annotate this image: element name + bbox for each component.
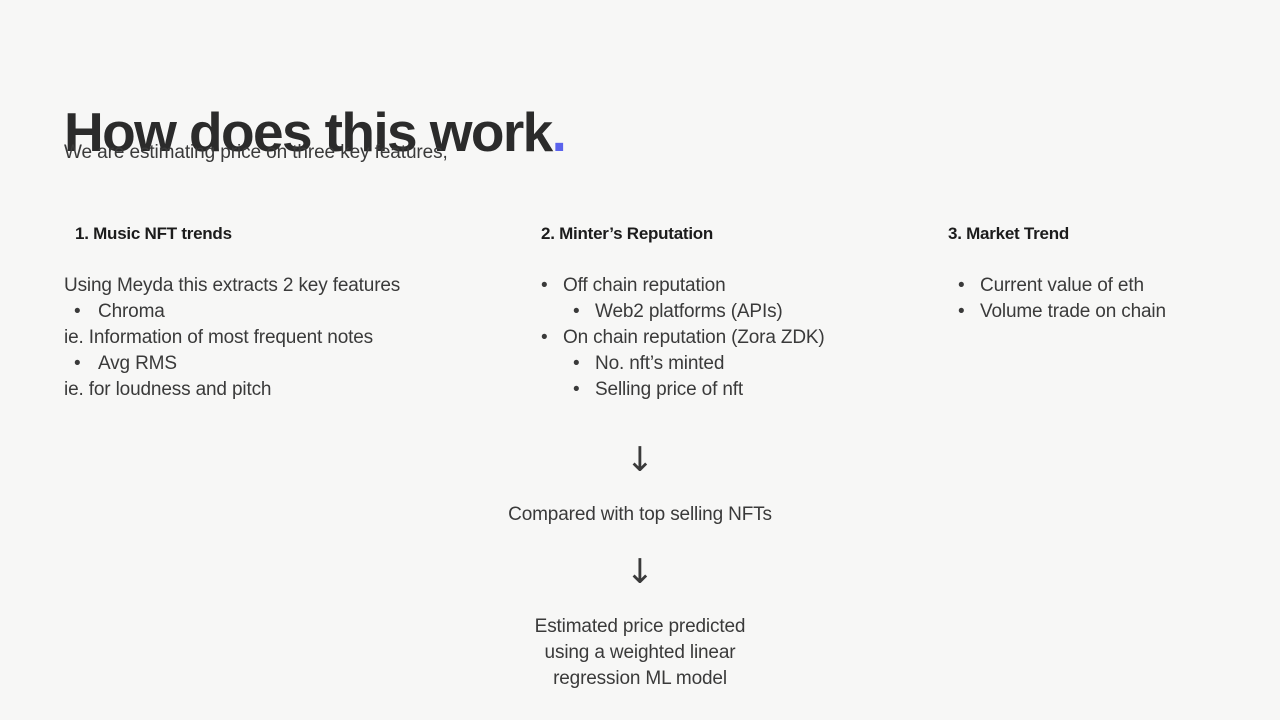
column-2-bullet-nfts-minted-label: No. nft’s minted [595,353,725,374]
column-2-body: • Off chain reputation • Web2 platforms … [541,273,931,403]
feature-column-music-nft-trends: 1. Music NFT trends Using Meyda this ext… [64,222,514,403]
column-3-bullet-volume-trade: • Volume trade on chain [948,299,1248,325]
flow-step-compared-with-top-selling-nfts: Compared with top selling NFTs [508,504,772,525]
column-3-bullet-current-value-eth-label: Current value of eth [980,275,1144,296]
page-subtitle: We are estimating price on three key fea… [64,142,448,163]
bullet-icon: • [74,301,81,322]
bullet-icon: • [74,353,81,374]
column-2-bullet-selling-price-label: Selling price of nft [595,379,744,400]
column-1-bullet-avg-rms: • Avg RMS [64,351,514,377]
column-3-heading: 3. Market Trend [948,224,1069,243]
arrow-down-icon-1: ↓ [625,440,655,480]
column-2-bullet-on-chain-reputation-label: On chain reputation (Zora ZDK) [563,327,825,348]
column-2-bullet-selling-price: • Selling price of nft [541,377,931,403]
column-2-bullet-off-chain-reputation-label: Off chain reputation [563,275,726,296]
column-3-bullet-volume-trade-label: Volume trade on chain [980,301,1166,322]
bullet-icon: • [541,327,548,348]
feature-column-minters-reputation: 2. Minter’s Reputation • Off chain reput… [541,222,931,403]
column-2-heading: 2. Minter’s Reputation [541,224,714,243]
column-1-bullet-chroma-label: Chroma [98,301,165,322]
column-1-body: Using Meyda this extracts 2 key features… [64,273,514,403]
flow-step-estimated-price-line-2: using a weighted linear [544,642,736,663]
column-1-heading: 1. Music NFT trends [75,224,232,243]
column-2-bullet-web2-platforms-label: Web2 platforms (APIs) [595,301,783,322]
title-accent-dot: . [551,100,567,163]
column-1-line-1: Using Meyda this extracts 2 key features [64,275,401,296]
bullet-icon: • [541,275,548,296]
flow-step-estimated-price-line-3: regression ML model [553,668,727,689]
bullet-icon: • [573,301,580,322]
column-2-bullet-off-chain-reputation: • Off chain reputation [541,273,931,299]
column-2-bullet-web2-platforms: • Web2 platforms (APIs) [541,299,931,325]
slide-root: How does this work. We are estimating pr… [0,0,1280,720]
column-2-bullet-on-chain-reputation: • On chain reputation (Zora ZDK) [541,325,931,351]
bullet-icon: • [573,379,580,400]
column-1-line-3: ie. Information of most frequent notes [64,327,374,348]
feature-column-market-trend: 3. Market Trend • Current value of eth •… [948,222,1248,325]
bullet-icon: • [958,275,965,296]
bullet-icon: • [958,301,965,322]
flow-step-estimated-price-line-1: Estimated price predicted [534,616,746,637]
bullet-icon: • [573,353,580,374]
column-3-bullet-current-value-eth: • Current value of eth [948,273,1248,299]
column-1-line-5: ie. for loudness and pitch [64,379,272,400]
pipeline-flow: ↓ Compared with top selling NFTs ↓ Estim… [0,440,1280,692]
column-3-body: • Current value of eth • Volume trade on… [948,273,1248,325]
column-1-bullet-chroma: • Chroma [64,299,514,325]
column-2-bullet-nfts-minted: • No. nft’s minted [541,351,931,377]
flow-spacer-3 [0,592,1280,614]
column-1-bullet-avg-rms-label: Avg RMS [98,353,177,374]
arrow-down-icon-2: ↓ [625,552,655,592]
flow-spacer-1 [0,480,1280,502]
flow-spacer-2 [0,528,1280,552]
